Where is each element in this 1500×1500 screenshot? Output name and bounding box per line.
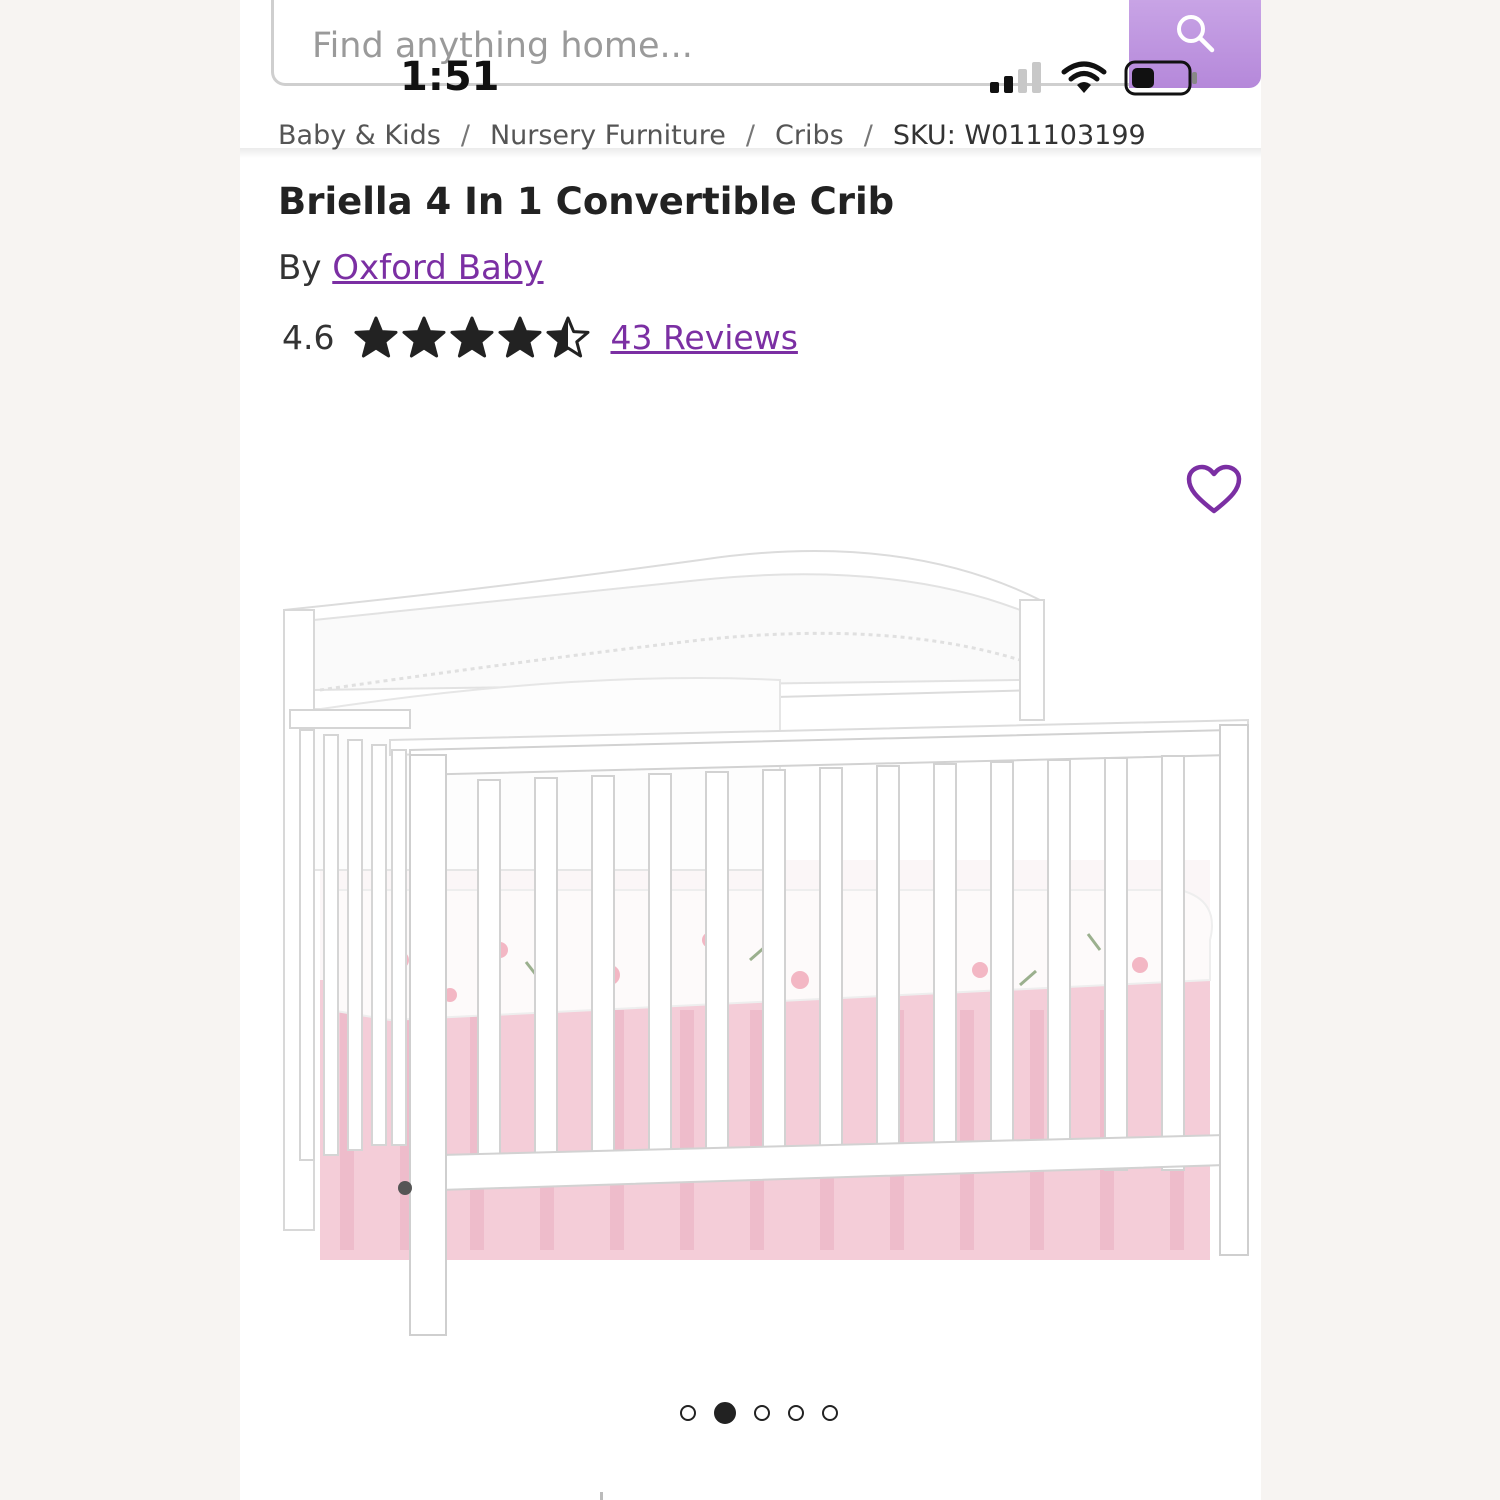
rating-value: 4.6 [282, 317, 335, 357]
star-icon [402, 316, 446, 358]
search-icon [1177, 15, 1215, 53]
product-page: 1:51 Baby & Kids / Nursery Furniture / C… [240, 0, 1261, 1500]
by-label: By [278, 248, 322, 288]
carousel-dot[interactable] [714, 1402, 736, 1424]
wifi-icon [1061, 61, 1107, 93]
carousel-dot[interactable] [680, 1405, 696, 1421]
star-rating [354, 316, 590, 358]
star-icon [354, 316, 398, 358]
star-icon [498, 316, 542, 358]
breadcrumb-separator: / [863, 119, 873, 151]
brand-line: By Oxford Baby [278, 248, 544, 288]
breadcrumb-nursery-furniture[interactable]: Nursery Furniture [490, 120, 726, 151]
scroll-indicator [600, 1492, 603, 1500]
rating-row: 4.6 43 Reviews [282, 316, 798, 358]
reviews-link[interactable]: 43 Reviews [610, 318, 797, 357]
carousel-dot[interactable] [754, 1405, 770, 1421]
carousel-dot[interactable] [788, 1405, 804, 1421]
header-divider [240, 148, 1261, 158]
product-image-crib[interactable] [280, 540, 1252, 1340]
cellular-signal-icon [990, 62, 1041, 93]
battery-icon [1124, 60, 1197, 96]
star-half-icon [546, 316, 590, 358]
breadcrumb-separator: / [745, 119, 756, 151]
brand-link[interactable]: Oxford Baby [332, 248, 543, 288]
breadcrumb-cribs[interactable]: Cribs [775, 120, 844, 151]
carousel-dot[interactable] [822, 1405, 838, 1421]
heart-outline-icon[interactable] [1186, 464, 1242, 516]
product-sku: SKU: W011103199 [892, 119, 1146, 151]
carousel-dots [680, 1402, 838, 1424]
breadcrumb-separator: / [460, 119, 470, 151]
status-time: 1:51 [400, 54, 500, 100]
product-title: Briella 4 In 1 Convertible Crib [278, 180, 895, 223]
star-icon [450, 316, 494, 358]
breadcrumb-baby-kids[interactable]: Baby & Kids [278, 120, 441, 151]
breadcrumb: Baby & Kids / Nursery Furniture / Cribs … [278, 118, 1146, 152]
